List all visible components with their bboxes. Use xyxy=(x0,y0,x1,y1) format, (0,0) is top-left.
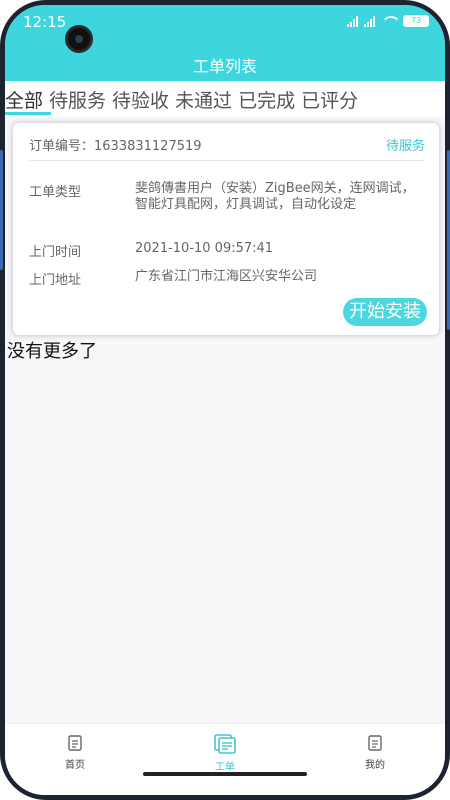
order-status-tabs: 全部 待服务 待验收 未通过 已完成 已评分 xyxy=(5,81,445,117)
order-status-badge: 待服务 xyxy=(385,139,425,154)
bottom-nav: 首页 工单 我的 xyxy=(5,723,445,795)
profile-doc-icon xyxy=(368,735,382,751)
visit-time-value: 2021-10-10 09:57:41 xyxy=(135,241,274,256)
tab-rejected[interactable]: 未通过 xyxy=(175,81,238,117)
cell-signal-2-icon xyxy=(364,15,375,27)
wifi-icon xyxy=(381,15,401,27)
tab-completed[interactable]: 已完成 xyxy=(238,81,301,117)
order-card[interactable]: 订单编号：1633831127519 待服务 工单类型 斐鸽傳書用户（安装）Zi… xyxy=(13,123,439,335)
status-icons: 73 xyxy=(347,15,429,27)
order-number-value: 1633831127519 xyxy=(94,139,202,154)
tab-rated[interactable]: 已评分 xyxy=(301,81,364,117)
visit-address-value: 广东省江门市江海区兴安华公司 xyxy=(135,269,318,284)
phone-frame: 12:15 73 工单列表 全部 待服务 待验收 未通过 已完成 已评分 订单编… xyxy=(0,0,450,800)
front-camera xyxy=(65,25,93,53)
nav-work-orders-label: 工单 xyxy=(215,762,235,773)
tab-all[interactable]: 全部 xyxy=(5,81,52,117)
page-title: 工单列表 xyxy=(192,57,257,76)
cell-signal-icon xyxy=(347,15,358,27)
tab-pending-acceptance[interactable]: 待验收 xyxy=(112,81,175,117)
nav-profile-label: 我的 xyxy=(365,760,385,771)
tab-pending-service[interactable]: 待服务 xyxy=(49,81,112,117)
screen: 12:15 73 工单列表 全部 待服务 待验收 未通过 已完成 已评分 订单编… xyxy=(5,5,445,795)
nav-home[interactable]: 首页 xyxy=(45,734,105,771)
home-doc-icon xyxy=(68,735,82,751)
list-end-text: 没有更多了 xyxy=(7,341,97,362)
visit-address-label: 上门地址 xyxy=(29,273,82,288)
order-number-label: 订单编号： xyxy=(29,139,95,154)
nav-work-orders[interactable]: 工单 xyxy=(195,734,255,773)
order-type-row: 工单类型 斐鸽傳書用户（安装）ZigBee网关，连网调试，智能灯具配网，灯具调试… xyxy=(29,181,425,229)
gesture-home-bar xyxy=(143,772,307,776)
order-type-label: 工单类型 xyxy=(29,185,82,200)
nav-profile[interactable]: 我的 xyxy=(345,734,405,771)
order-card-header: 订单编号：1633831127519 待服务 xyxy=(29,135,425,161)
order-type-value: 斐鸽傳書用户（安装）ZigBee网关，连网调试，智能灯具配网，灯具调试，自动化设… xyxy=(135,181,415,212)
visit-time-row: 上门时间 2021-10-10 09:57:41 xyxy=(29,241,425,260)
nav-home-label: 首页 xyxy=(65,760,85,771)
visit-time-label: 上门时间 xyxy=(29,245,82,260)
work-order-icon xyxy=(214,734,236,754)
status-time: 12:15 xyxy=(23,13,67,31)
side-button-left xyxy=(0,150,3,270)
start-install-button[interactable]: 开始安装 xyxy=(343,298,427,326)
app-header: 12:15 73 工单列表 xyxy=(5,5,445,81)
order-number: 订单编号：1633831127519 xyxy=(29,135,202,154)
battery-icon: 73 xyxy=(403,15,429,27)
visit-address-row: 上门地址 广东省江门市江海区兴安华公司 xyxy=(29,269,425,288)
